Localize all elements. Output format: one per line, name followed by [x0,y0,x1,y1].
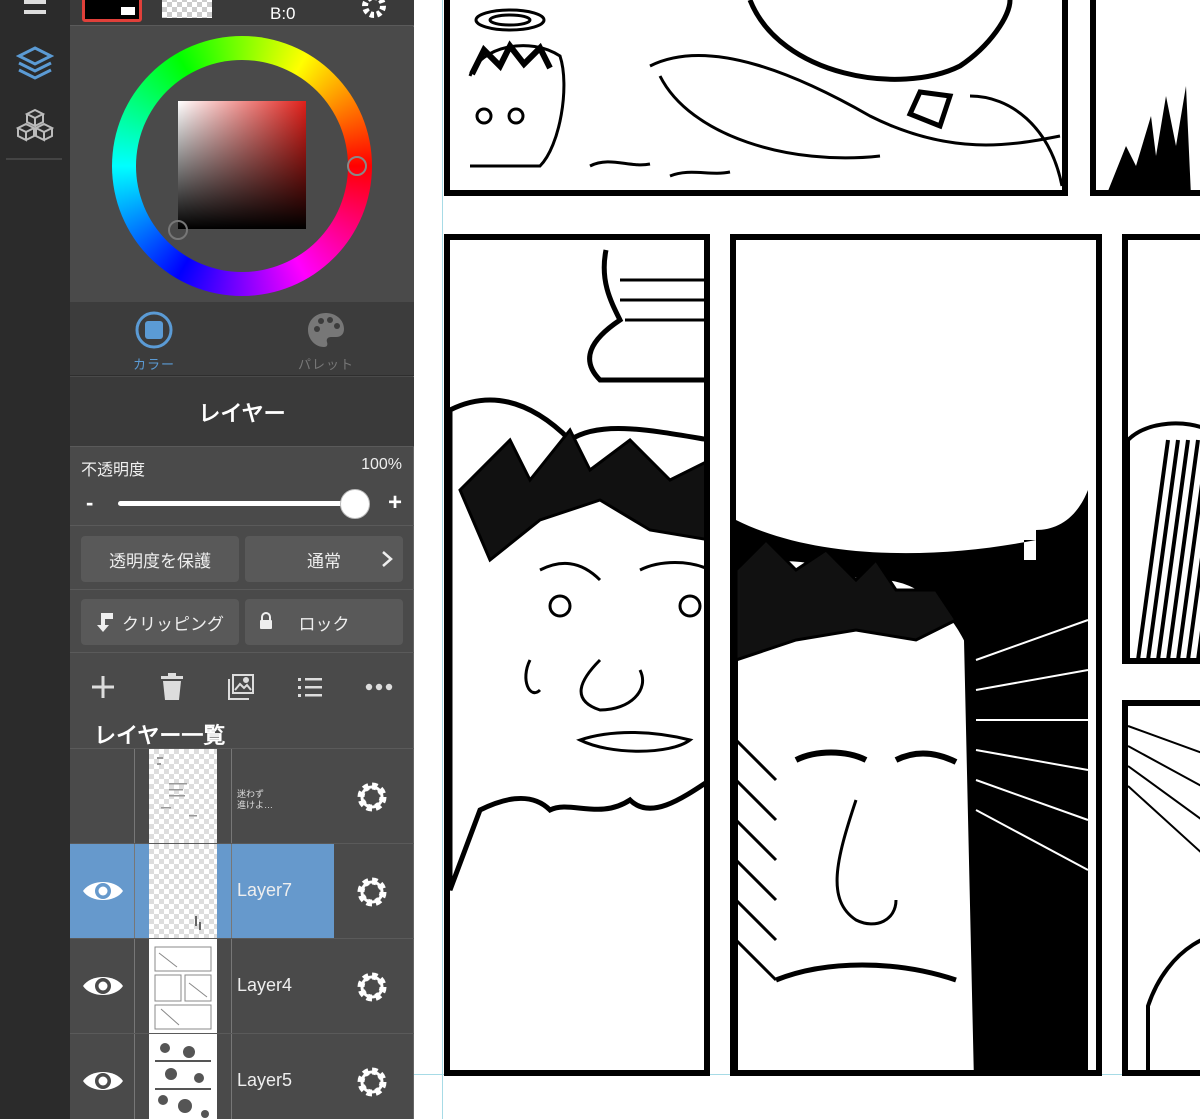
row-divider [134,1034,135,1119]
sv-handle[interactable] [168,220,188,240]
layer-row-layer4[interactable]: Layer4 [70,938,414,1034]
layers-icon[interactable] [10,38,60,88]
manga-panel [444,0,1068,196]
gear-icon[interactable] [354,779,390,820]
hue-handle[interactable] [347,156,367,176]
opacity-label: 不透明度 [81,462,146,479]
row-divider [231,749,232,844]
color-square-icon [135,311,173,349]
layer-name: Layer5 [237,1070,293,1090]
tab-color[interactable]: カラー [94,310,214,374]
layer-name: 迷わず 進けよ… [237,789,274,810]
opacity-increase-button[interactable]: + [388,489,402,517]
materials-icon[interactable] [10,102,60,152]
drawing-canvas[interactable] [414,0,1200,1119]
add-icon[interactable] [86,670,120,704]
trash-icon[interactable] [155,670,189,704]
tool-rail [0,0,70,1119]
background-swatch[interactable] [162,0,212,18]
row-divider [231,1034,232,1119]
eye-icon[interactable] [80,963,126,1009]
image-icon[interactable] [224,670,258,704]
palette-icon [308,313,344,347]
blend-mode-label: 通常 [307,551,341,571]
row-divider [134,939,135,1034]
color-header: B:0 [70,0,414,26]
more-icon[interactable] [362,670,396,704]
layer-thumbnail [149,844,217,939]
layer-row-layer5[interactable]: Layer5 [70,1033,414,1119]
layer-panel-title: レイヤー [70,377,414,447]
opacity-slider-track[interactable] [118,501,358,506]
protect-alpha-label: 透明度を保護 [109,551,211,571]
manga-panel [1122,700,1200,1076]
gear-icon[interactable] [354,969,390,1010]
chevron-right-icon [382,551,393,567]
tab-color-label: カラー [132,357,175,372]
blend-mode-button[interactable]: 通常 [245,536,403,582]
eye-icon[interactable] [80,1058,126,1104]
rail-divider [6,158,62,160]
layer-thumbnail [149,939,217,1034]
opacity-control: 不透明度 100% - + [70,448,414,526]
gear-icon[interactable] [354,1064,390,1105]
blend-row: 透明度を保護 通常 [70,527,414,590]
saturation-value-square[interactable] [178,101,306,229]
gear-icon[interactable] [358,0,390,27]
value-readout: B:0 [270,4,296,23]
manga-panel [1090,0,1200,196]
layer-toolbar [70,654,414,720]
clipping-label: クリッピング [122,614,224,634]
layer-row-layer7[interactable]: Layer7 [70,843,414,939]
menu-icon[interactable] [10,0,60,36]
color-tabs: カラー パレット [70,302,414,376]
row-divider [134,844,135,939]
tab-palette[interactable]: パレット [266,310,386,374]
lock-button[interactable]: ロック [245,599,403,645]
foreground-swatch[interactable] [82,0,142,22]
clipping-button[interactable]: クリッピング [81,599,239,645]
side-panel: B:0 カラー パレット レイヤー 不透明度 100% - + 透明度を保護 通… [70,0,414,1119]
protect-alpha-button[interactable]: 透明度を保護 [81,536,239,582]
manga-panel [444,234,710,1076]
manga-panel [1122,234,1200,664]
color-picker [70,27,414,302]
row-divider [134,749,135,844]
list-icon[interactable] [293,670,327,704]
clip-lock-row: クリッピング ロック [70,590,414,653]
gear-icon[interactable] [354,874,390,915]
layer-row-text[interactable]: 迷わず 進けよ… [70,748,414,844]
tab-palette-label: パレット [297,357,354,372]
opacity-slider-knob[interactable] [340,489,370,519]
row-divider [231,939,232,1034]
layer-thumbnail [149,749,217,844]
manga-panel [730,234,1102,1076]
layer-list-title: レイヤー一覧 [94,723,226,748]
opacity-decrease-button[interactable]: - [86,490,93,516]
lock-label: ロック [298,614,350,634]
eye-icon[interactable] [80,868,126,914]
row-divider [231,844,232,939]
layer-name: Layer7 [237,880,293,900]
guide-line [442,0,443,1119]
lock-icon [260,612,272,629]
layer-thumbnail [149,1034,217,1119]
clipping-icon [97,613,113,632]
layer-name: Layer4 [237,975,293,995]
opacity-value: 100% [361,456,402,473]
